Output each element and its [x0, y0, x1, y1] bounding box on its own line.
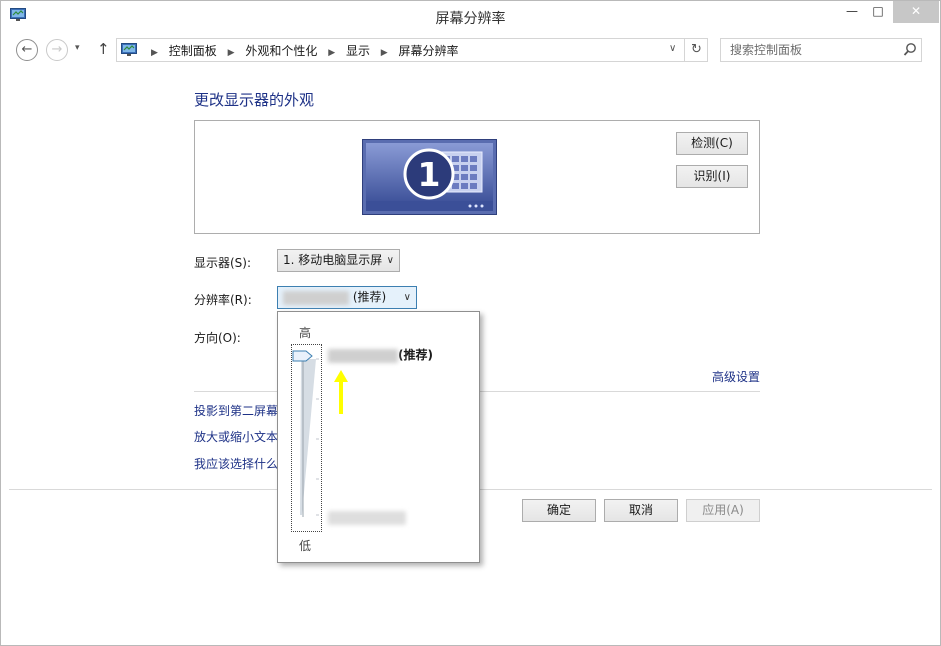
minimize-button[interactable]: — — [839, 1, 865, 23]
resolution-option-recommended[interactable]: (推荐) — [328, 346, 433, 363]
blurred-resolution-value — [328, 510, 406, 525]
slider-high-label: 高 — [299, 326, 312, 340]
refresh-icon: ↻ — [691, 42, 702, 57]
address-bar[interactable]: ▶ 控制面板 ▶ 外观和个性化 ▶ 显示 ▶ 屏幕分辨率 ∨ ↻ — [116, 38, 708, 62]
navigation-bar: ← → ▾ ↑ ▶ 控制面板 ▶ 外观和个性化 ▶ 显示 ▶ 屏幕分辨率 ∨ ↻… — [1, 31, 940, 67]
chevron-down-icon: ∨ — [403, 292, 411, 303]
breadcrumb-separator[interactable]: ▶ — [151, 48, 158, 58]
breadcrumb-separator[interactable]: ▶ — [228, 48, 235, 58]
window-title: 屏幕分辨率 — [435, 11, 506, 27]
refresh-button[interactable]: ↻ — [684, 39, 708, 61]
breadcrumb: ▶ 控制面板 ▶ 外观和个性化 ▶ 显示 ▶ 屏幕分辨率 — [144, 42, 459, 59]
help-choose-settings-link[interactable]: 我应该选择什么 — [194, 455, 278, 472]
monitor-1-icon[interactable]: 1 — [362, 139, 497, 215]
slider-low-label: 低 — [299, 539, 312, 553]
up-icon: ↑ — [97, 40, 110, 58]
search-icon[interactable] — [903, 42, 917, 58]
breadcrumb-display[interactable]: 显示 — [346, 44, 370, 58]
resolution-select[interactable]: (推荐) ∨ — [277, 286, 417, 309]
identify-button[interactable]: 识别(I) — [676, 165, 748, 188]
detect-button[interactable]: 检测(C) — [676, 132, 748, 155]
apply-button[interactable]: 应用(A) — [686, 499, 760, 522]
display-select[interactable]: 1. 移动电脑显示屏 ∨ — [277, 249, 400, 272]
title-bar[interactable]: 屏幕分辨率 — □ ✕ — [1, 1, 940, 31]
forward-button[interactable]: → — [46, 39, 68, 61]
text-size-link[interactable]: 放大或缩小文本 — [194, 428, 278, 445]
control-panel-icon — [121, 43, 137, 56]
resolution-recommended-suffix: (推荐) — [352, 290, 387, 304]
monitor-preview-panel: 1 检测(C) 识别(I) — [194, 120, 760, 234]
monitor-number: 1 — [418, 155, 441, 194]
chevron-down-icon: ▾ — [75, 43, 80, 53]
orientation-label: 方向(O): — [194, 331, 241, 345]
search-box[interactable] — [720, 38, 922, 62]
forward-icon: → — [51, 42, 63, 57]
display-select-value: 1. 移动电脑显示屏 — [283, 253, 383, 267]
up-button[interactable]: ↑ — [97, 40, 110, 58]
ok-button[interactable]: 确定 — [522, 499, 596, 522]
breadcrumb-screen-resolution[interactable]: 屏幕分辨率 — [399, 44, 459, 58]
resolution-option-lowest[interactable] — [328, 510, 406, 525]
blurred-resolution-value — [283, 290, 349, 305]
resolution-slider[interactable] — [291, 344, 322, 532]
back-button[interactable]: ← — [16, 39, 38, 61]
slider-track-graphic — [292, 350, 319, 517]
breadcrumb-control-panel[interactable]: 控制面板 — [169, 44, 217, 58]
screen-resolution-window: 屏幕分辨率 — □ ✕ ← → ▾ ↑ ▶ 控制面板 ▶ 外观和个性化 ▶ 显示… — [0, 0, 941, 646]
breadcrumb-separator[interactable]: ▶ — [381, 48, 388, 58]
maximize-button[interactable]: □ — [865, 1, 891, 23]
back-icon: ← — [21, 42, 33, 57]
close-button[interactable]: ✕ — [893, 1, 939, 23]
search-input[interactable] — [721, 39, 897, 61]
advanced-settings-link[interactable]: 高级设置 — [712, 368, 760, 385]
yellow-arrow-icon — [334, 370, 348, 414]
page-title: 更改显示器的外观 — [194, 91, 315, 109]
breadcrumb-appearance[interactable]: 外观和个性化 — [245, 44, 317, 58]
cancel-button[interactable]: 取消 — [604, 499, 678, 522]
breadcrumb-separator[interactable]: ▶ — [328, 48, 335, 58]
project-second-screen-link[interactable]: 投影到第二屏幕 — [194, 402, 278, 419]
blurred-resolution-value — [328, 348, 398, 363]
address-dropdown-icon[interactable]: ∨ — [669, 43, 676, 54]
resolution-dropdown-popup: 高 (推荐) 低 — [277, 311, 480, 563]
display-label: 显示器(S): — [194, 256, 252, 270]
recommended-label: (推荐) — [398, 348, 433, 362]
resolution-label: 分辨率(R): — [194, 293, 252, 307]
recent-locations-button[interactable]: ▾ — [75, 43, 80, 53]
chevron-down-icon: ∨ — [386, 255, 394, 266]
